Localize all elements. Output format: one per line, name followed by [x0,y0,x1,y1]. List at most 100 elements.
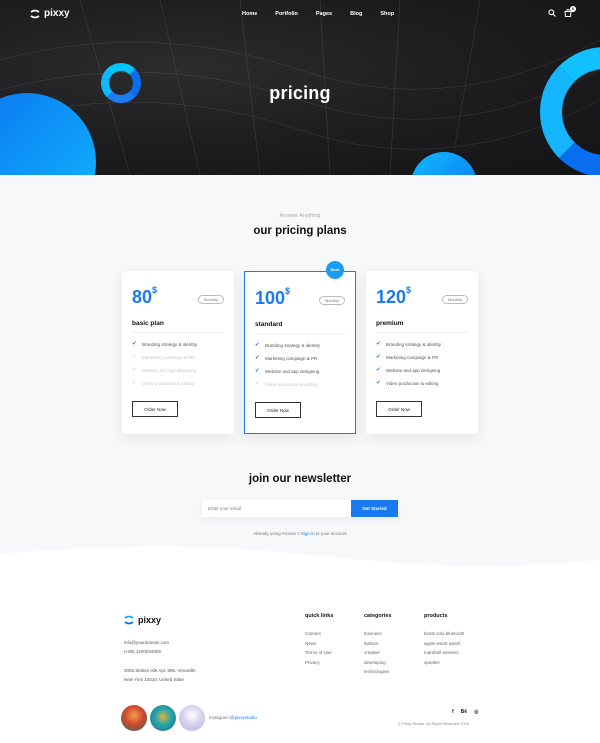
check-icon: ✔ [255,381,260,387]
plan-name: basic plan [132,320,164,327]
check-icon: ✔ [255,355,260,361]
card-divider [255,333,345,334]
brand-name: pixxy [44,8,70,19]
instagram-photo[interactable] [150,705,176,731]
cart-count-badge: 0 [570,6,576,12]
feature-list: ✔ Branding strategy & identity ✔ Marketing… [132,341,197,393]
footer-link[interactable]: marshall wireless [424,650,464,655]
column-title: categories [364,613,392,619]
plan-price: 80$ [132,285,158,307]
order-now-button[interactable]: Order Now [376,401,422,417]
footer-address-line1: 2005 Stokes Isle Apt. 896, Venaville, [124,668,197,673]
footer-link[interactable]: developing [364,660,392,665]
feature-item: ✔ Website and app designing [255,368,320,374]
pricing-card-premium: 120$ Monthly premium ✔ Branding strategy … [366,271,478,434]
footer-link[interactable]: business [364,631,392,636]
plan-period-badge: Monthly [441,295,468,304]
pricing-card-standard: 100$ Monthly standard ✔ Branding strategy… [244,271,356,434]
footer-link[interactable]: Careers [305,631,333,636]
email-input[interactable] [202,500,351,517]
footer-link[interactable]: creative [364,650,392,655]
pricing-section: Answer Anything our pricing plans 80$ Mo… [0,175,600,575]
search-icon[interactable] [548,9,556,17]
check-icon: ✔ [132,354,137,360]
nav-blog[interactable]: Blog [350,11,362,17]
footer-link[interactable]: Privacy [305,660,333,665]
footer-column-categories: categories business fashion creative dev… [364,613,392,679]
get-started-button[interactable]: Get Started [351,500,398,517]
social-links: f Bē ◎ [452,709,478,715]
check-icon: ✔ [376,367,381,373]
feature-item: ✔ Website and app designing [376,367,441,373]
footer-column-quick-links: quick links Careers News Terms of Use Pr… [305,613,333,669]
order-now-button[interactable]: Order Now [132,401,178,417]
signin-prompt: Already using Arcena ? Sign in to your a… [253,531,347,536]
feature-list: ✔ Branding strategy & identity ✔ Marketing… [255,342,320,394]
behance-icon[interactable]: Bē [461,709,467,715]
logo-icon [124,615,134,625]
copyright-text: © Pixxy Studio. All Right Reserved 2016 [398,721,470,726]
instagram-photo[interactable] [179,705,205,731]
footer-link[interactable]: News [305,641,333,646]
column-title: quick links [305,613,334,619]
footer-address-line2: New York 10010, United State [124,677,185,682]
footer-phone: (+88) 1200034509 [124,649,161,654]
feature-item: ✔ Website and app designing [132,367,197,373]
brand-logo[interactable]: pixxy [30,8,70,19]
footer-logo[interactable]: pixxy [124,615,161,625]
feature-item: ✔ Branding strategy & identity [132,341,198,347]
facebook-icon[interactable]: f [452,709,454,715]
signin-link[interactable]: Sign in [301,531,315,536]
footer-link[interactable]: Terms of Use [305,650,333,655]
instagram-photo[interactable] [121,705,147,731]
nav-portfolio[interactable]: Portfolio [275,11,298,17]
section-title: our pricing plans [253,225,347,237]
instagram-label: instagram @pixxystudio [209,715,257,720]
plan-name: premium [376,320,404,327]
nav-icons: 0 [548,6,576,17]
newsletter-form: Get Started [202,500,398,517]
plan-period-badge: Monthly [197,295,224,304]
check-icon: ✔ [376,380,381,386]
plan-price: 100$ [255,286,291,308]
footer-column-products: products beats solo bluetooth apple smar… [424,613,464,669]
hero-banner: pixxy Home Portfolio Pages Blog Shop 0 p… [0,0,600,175]
footer-link[interactable]: technologies [364,669,392,674]
check-icon: ✔ [132,380,137,386]
nav-shop[interactable]: Shop [380,11,394,17]
footer-email[interactable]: info@yourdomain.com [124,640,169,645]
footer-link[interactable]: fashion [364,641,392,646]
pricing-card-basic: 80$ Monthly basic plan ✔ Branding strateg… [122,271,234,434]
card-divider [376,332,468,333]
instagram-handle-link[interactable]: @pixxystudio [230,715,257,720]
best-badge: Best [326,261,344,279]
check-icon: ✔ [132,367,137,373]
check-icon: ✔ [376,341,381,347]
plan-period-badge: Monthly [318,296,345,305]
feature-list: ✔ Branding strategy & identity ✔ Marketing… [376,341,441,393]
dribbble-icon[interactable]: ◎ [474,709,478,715]
section-eyebrow: Answer Anything [279,213,321,219]
section-wave-divider [0,546,600,582]
page-title: pricing [269,83,331,103]
main-menu: Home Portfolio Pages Blog Shop [242,11,412,17]
order-now-button[interactable]: Order Now [255,402,301,418]
column-title: products [424,613,448,619]
plan-price: 120$ [376,285,412,307]
logo-icon [30,9,40,18]
feature-item: ✔ Marketing campaign & PR [376,354,439,360]
check-icon: ✔ [376,354,381,360]
nav-home[interactable]: Home [242,11,257,17]
footer-link[interactable]: beats solo bluetooth [424,631,464,636]
nav-pages[interactable]: Pages [316,11,332,17]
footer-link[interactable]: speaker [424,660,464,665]
feature-item: ✔ Video production & editing [255,381,318,387]
feature-item: ✔ Branding strategy & identity [376,341,442,347]
plan-name: standard [255,321,283,328]
footer-link[interactable]: apple smart watch [424,641,464,646]
check-icon: ✔ [132,341,137,347]
feature-item: ✔ Video production & editing [376,380,439,386]
instagram-gallery [121,705,205,731]
cart-button[interactable]: 0 [564,6,576,17]
top-navbar: pixxy Home Portfolio Pages Blog Shop 0 [0,0,600,28]
